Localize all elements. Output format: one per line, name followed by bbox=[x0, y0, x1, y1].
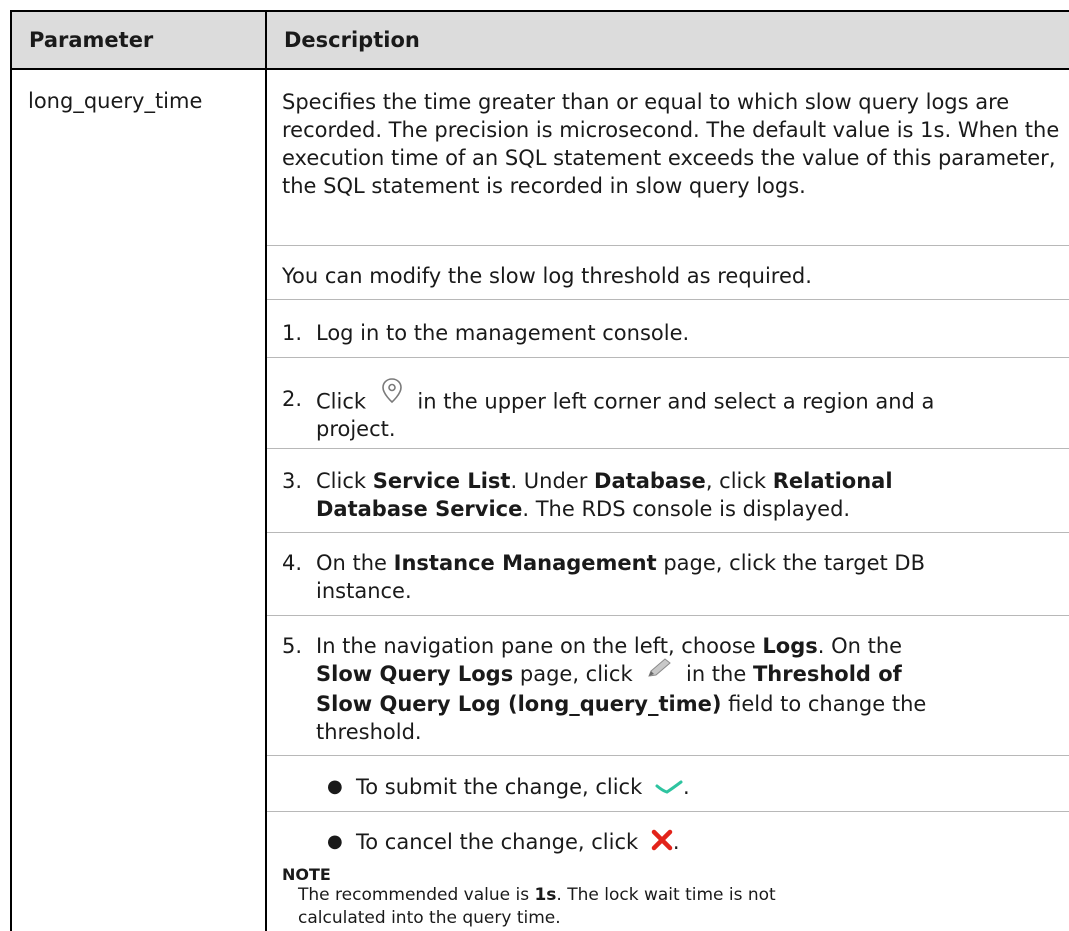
step-text: In the navigation pane on the left, choo… bbox=[316, 634, 927, 744]
modify-text: You can modify the slow log threshold as… bbox=[282, 264, 812, 288]
bullet-dot: ● bbox=[327, 831, 343, 852]
separator bbox=[267, 357, 1069, 358]
parameter-name: long_query_time bbox=[28, 89, 203, 113]
column-divider bbox=[265, 12, 267, 931]
step-number: 3. bbox=[282, 469, 303, 493]
table-header: Parameter Description bbox=[12, 12, 1069, 70]
separator bbox=[267, 245, 1069, 246]
separator bbox=[267, 448, 1069, 449]
step-text: Log in to the management console. bbox=[316, 321, 690, 345]
step-number: 5. bbox=[282, 634, 303, 658]
check-icon bbox=[655, 774, 683, 802]
step-text: Click Service List. Under Database, clic… bbox=[316, 469, 893, 521]
step-number: 4. bbox=[282, 551, 303, 575]
location-pin-icon bbox=[381, 377, 403, 412]
parameter-table: Parameter Description long_query_time Sp… bbox=[10, 10, 1069, 931]
step-number: 2. bbox=[282, 387, 303, 411]
header-description: Description bbox=[284, 28, 420, 52]
separator bbox=[267, 755, 1069, 756]
close-x-icon bbox=[651, 829, 673, 858]
description-intro: Specifies the time greater than or equal… bbox=[282, 90, 1060, 198]
header-parameter: Parameter bbox=[29, 28, 154, 52]
bullet-dot: ● bbox=[327, 776, 343, 797]
note-text: The recommended value is 1s. The lock wa… bbox=[298, 885, 776, 928]
separator bbox=[267, 299, 1069, 300]
step-number: 1. bbox=[282, 321, 303, 345]
note-label: NOTE bbox=[282, 865, 331, 884]
pencil-edit-icon bbox=[645, 657, 673, 686]
separator bbox=[267, 615, 1069, 616]
separator bbox=[267, 532, 1069, 533]
separator bbox=[267, 811, 1069, 812]
step-text: On the Instance Management page, click t… bbox=[316, 551, 925, 603]
